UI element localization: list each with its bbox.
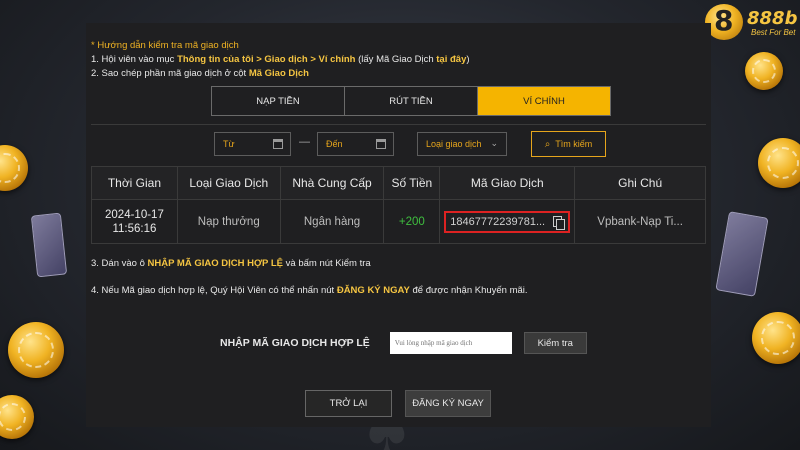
chevron-down-icon: ⌄ xyxy=(490,138,498,148)
column-header: Nhà Cung Cấp xyxy=(279,166,385,200)
gold-chip-decoration xyxy=(752,312,800,364)
guide-here-link[interactable]: tại đây xyxy=(436,54,466,65)
gold-chip-decoration xyxy=(745,52,783,90)
date-to-placeholder: Đến xyxy=(326,139,343,149)
check-button[interactable]: Kiểm tra xyxy=(523,332,587,354)
copy-icon[interactable] xyxy=(553,215,566,230)
guide-instructions: * Hướng dẫn kiểm tra mã giao dịch 1. Hội… xyxy=(91,39,470,81)
cell-time: 11:56:16 xyxy=(112,222,157,235)
step-3-prefix: 3. Dán vào ô xyxy=(91,258,148,269)
transaction-check-panel: * Hướng dẫn kiểm tra mã giao dịch 1. Hội… xyxy=(86,23,711,427)
tab-main-wallet[interactable]: VÍ CHÍNH xyxy=(478,87,610,115)
column-header: Thời Gian xyxy=(91,166,178,200)
step-4-prefix: 4. Nếu Mã giao dịch hợp lệ, Quý Hội Viên… xyxy=(91,285,337,296)
column-header: Ghi Chú xyxy=(574,166,706,200)
table-row: 2024-10-17 11:56:16 Nạp thưởng Ngân hàng… xyxy=(91,199,706,244)
search-icon: ⌕ xyxy=(544,138,551,150)
logo-name: 888b xyxy=(747,8,798,29)
tab-deposit[interactable]: NẠP TIỀN xyxy=(212,87,345,115)
cell-txn-code: 18467772239781... xyxy=(439,199,576,244)
guide-step-2-text: 2. Sao chép phần mã giao dịch ở cột xyxy=(91,68,249,79)
divider xyxy=(91,124,706,125)
calendar-icon xyxy=(376,139,386,149)
cell-date: 2024-10-17 xyxy=(105,208,164,221)
guide-step-2-column: Mã Giao Dịch xyxy=(248,68,309,79)
back-button[interactable]: TRỞ LẠI xyxy=(305,390,392,417)
transaction-type-select[interactable]: Loại giao dịch ⌄ xyxy=(417,132,507,156)
cell-provider: Ngân hàng xyxy=(279,199,385,244)
cell-note: Vpbank-Nạp Ti... xyxy=(574,199,706,244)
step-3-text: 3. Dán vào ô NHẬP MÃ GIAO DỊCH HỢP LỆ và… xyxy=(91,258,371,269)
column-header: Loại Giao Dịch xyxy=(176,166,281,200)
gold-chip-decoration xyxy=(0,145,28,191)
transaction-code-input[interactable] xyxy=(389,332,512,354)
calendar-icon xyxy=(273,139,283,149)
search-button[interactable]: ⌕ Tìm kiếm xyxy=(531,131,606,157)
step-3-suffix: và bấm nút Kiểm tra xyxy=(283,258,371,269)
cell-datetime: 2024-10-17 11:56:16 xyxy=(91,199,178,244)
date-from-placeholder: Từ xyxy=(223,139,235,149)
date-range-dash: — xyxy=(299,136,310,148)
transaction-table: Thời Gian Loại Giao Dịch Nhà Cung Cấp Số… xyxy=(91,166,706,244)
txn-code-highlight: 18467772239781... xyxy=(444,210,571,233)
gold-chip-decoration xyxy=(8,322,64,378)
cell-type: Nạp thưởng xyxy=(176,199,281,244)
register-now-button[interactable]: ĐĂNG KÝ NGAY xyxy=(405,390,491,417)
wallet-tabs: NẠP TIỀN RÚT TIỀN VÍ CHÍNH xyxy=(211,86,611,116)
column-header: Số Tiền xyxy=(383,166,441,200)
date-from-input[interactable]: Từ xyxy=(214,132,291,156)
brand-logo[interactable]: 8 888b Best For Bet xyxy=(705,2,797,42)
gold-chip-decoration xyxy=(758,138,800,188)
step-3-highlight: NHẬP MÃ GIAO DỊCH HỢP LỆ xyxy=(147,258,284,269)
check-label: NHẬP MÃ GIAO DỊCH HỢP LỆ xyxy=(220,337,370,349)
check-transaction-row: NHẬP MÃ GIAO DỊCH HỢP LỆ Kiểm tra xyxy=(220,332,587,354)
guide-step-2: 2. Sao chép phần mã giao dịch ở cột Mã G… xyxy=(91,67,470,81)
logo-tagline: Best For Bet xyxy=(751,28,796,37)
playing-card-decoration xyxy=(715,211,769,297)
guide-step-1-suffix: ) xyxy=(466,54,470,65)
guide-step-1-text: 1. Hội viên vào mục xyxy=(91,54,178,65)
transaction-type-placeholder: Loại giao dịch xyxy=(426,139,482,149)
date-to-input[interactable]: Đến xyxy=(317,132,394,156)
gold-chip-decoration xyxy=(0,395,34,439)
column-header: Mã Giao Dịch xyxy=(439,166,576,200)
logo-mark-digit: 8 xyxy=(714,4,734,37)
tab-withdraw[interactable]: RÚT TIỀN xyxy=(345,87,478,115)
search-button-label: Tìm kiếm xyxy=(555,139,593,149)
guide-step-1-mid: (lấy Mã Giao Dịch xyxy=(355,54,437,65)
table-header-row: Thời Gian Loại Giao Dịch Nhà Cung Cấp Số… xyxy=(91,166,706,200)
playing-card-decoration xyxy=(30,212,68,278)
step-4-suffix: để được nhận Khuyến mãi. xyxy=(409,285,528,296)
guide-step-1: 1. Hội viên vào mục Thông tin của tôi > … xyxy=(91,53,470,67)
step-4-highlight: ĐĂNG KÝ NGAY xyxy=(336,285,410,296)
guide-step-1-path: Thông tin của tôi > Giao dịch > Ví chính xyxy=(177,54,356,65)
cell-amount: +200 xyxy=(383,199,441,244)
txn-code-text[interactable]: 18467772239781... xyxy=(450,216,545,228)
guide-title: * Hướng dẫn kiểm tra mã giao dịch xyxy=(91,40,239,51)
step-4-text: 4. Nếu Mã giao dịch hợp lệ, Quý Hội Viên… xyxy=(91,285,528,296)
